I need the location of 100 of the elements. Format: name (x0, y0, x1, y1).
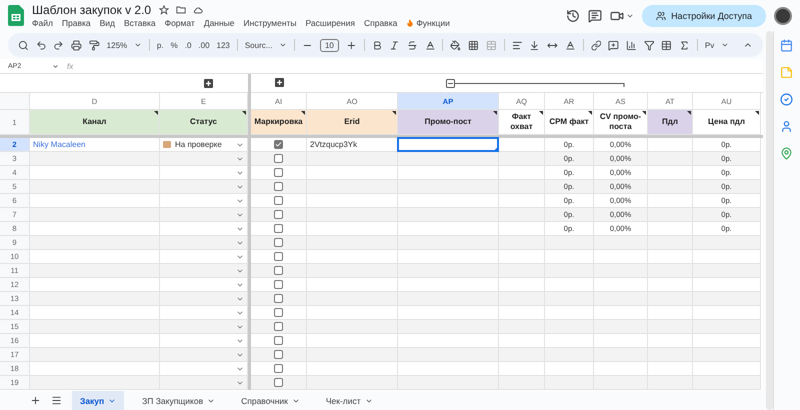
checkbox[interactable] (274, 168, 283, 177)
map-pin-icon[interactable] (780, 147, 794, 160)
checkbox[interactable] (274, 350, 283, 359)
table-cell (499, 334, 545, 348)
expand-group-icon[interactable] (275, 78, 284, 87)
checkbox[interactable] (274, 308, 283, 317)
redo-icon[interactable] (53, 40, 64, 50)
font-select[interactable]: Sourc... (244, 40, 272, 50)
checkbox[interactable] (274, 364, 283, 373)
caret-icon[interactable] (52, 62, 59, 70)
tasks-icon[interactable] (780, 93, 794, 106)
table-cell (545, 320, 594, 334)
sheet-tab[interactable]: Чек-лист (318, 391, 381, 410)
menu-item[interactable]: Файл (32, 18, 53, 28)
vertical-align-icon[interactable] (529, 40, 540, 50)
all-sheets-icon[interactable] (51, 395, 62, 406)
checkbox[interactable] (274, 224, 283, 233)
checkbox[interactable] (274, 336, 283, 345)
sheets-logo-icon[interactable] (8, 5, 24, 26)
text-color-icon[interactable] (424, 40, 436, 50)
history-icon[interactable] (566, 8, 580, 22)
print-icon[interactable] (71, 40, 82, 50)
checkbox[interactable] (274, 154, 283, 163)
contacts-icon[interactable] (780, 120, 794, 133)
checkbox[interactable] (274, 322, 283, 331)
caret-icon[interactable] (279, 41, 288, 49)
fill-color-icon[interactable] (450, 40, 462, 50)
menu-item[interactable]: Вид (100, 18, 116, 28)
menu-item[interactable]: Функции (406, 18, 450, 28)
menu-item[interactable]: Правка (62, 18, 91, 28)
channel-link[interactable]: Niky Macaleen (33, 140, 86, 149)
table-cell (499, 166, 545, 180)
borders-icon[interactable] (468, 40, 479, 50)
functions-icon[interactable] (679, 40, 690, 50)
cloud-icon[interactable] (193, 5, 204, 15)
comment-icon[interactable] (588, 8, 602, 22)
strikethrough-icon[interactable] (407, 40, 418, 50)
currency-format-button[interactable]: р. (156, 40, 164, 50)
folder-icon[interactable] (176, 5, 186, 15)
table-cell (648, 348, 693, 362)
menu-item[interactable]: Данные (204, 18, 235, 28)
sheet-tab[interactable]: ЗП Закупщиков (134, 391, 224, 410)
menu-item[interactable]: Справка (364, 18, 398, 28)
font-size-field[interactable]: 10 (320, 38, 339, 52)
scrollbar[interactable] (766, 31, 773, 410)
paint-format-icon[interactable] (88, 40, 100, 50)
undo-icon[interactable] (36, 40, 46, 50)
table-cell (594, 334, 648, 348)
search-icon[interactable] (18, 40, 29, 50)
menu-item[interactable]: Инструменты (244, 18, 297, 28)
link-icon[interactable] (590, 40, 602, 50)
table-cell (545, 250, 594, 264)
plus-icon[interactable] (346, 40, 357, 50)
menu-item[interactable]: Расширения (306, 18, 355, 28)
number-format-button[interactable]: 123 (216, 40, 230, 50)
checkbox[interactable] (274, 210, 283, 219)
checkbox[interactable] (274, 266, 283, 275)
menu-item[interactable]: Вставка (124, 18, 156, 28)
filter-views-icon[interactable] (661, 40, 672, 50)
percent-format-button[interactable]: % (170, 40, 178, 50)
chart-icon[interactable] (626, 40, 637, 50)
checkbox[interactable] (274, 182, 283, 191)
checkbox[interactable] (274, 252, 283, 261)
comment-add-icon[interactable] (608, 40, 619, 50)
caret-icon[interactable] (721, 41, 730, 49)
document-title[interactable]: Шаблон закупок v 2.0 (32, 3, 152, 17)
sheet-tab[interactable]: Справочник (233, 391, 308, 410)
sheet-tab[interactable]: Закуп (72, 391, 124, 410)
input-tools-button[interactable]: Pv (704, 40, 714, 50)
header-cell: Канал (30, 110, 160, 135)
zoom-select[interactable]: 125% (106, 40, 128, 50)
italic-icon[interactable] (389, 40, 400, 50)
checkbox[interactable] (274, 294, 283, 303)
increase-decimal-button[interactable]: .00 (198, 40, 210, 50)
menu-item[interactable]: Формат (164, 18, 195, 28)
star-icon[interactable] (159, 5, 170, 15)
decrease-decimal-button[interactable]: .0 (184, 40, 192, 50)
checkbox[interactable] (274, 238, 283, 247)
table-cell (499, 250, 545, 264)
table-cell (499, 138, 545, 152)
expand-group-icon[interactable] (204, 78, 213, 88)
merge-cells-icon[interactable] (486, 40, 497, 50)
table-cell (648, 264, 693, 278)
collapse-group-bracket[interactable] (446, 78, 626, 88)
avatar[interactable] (774, 6, 792, 24)
checkbox[interactable] (274, 378, 283, 387)
add-sheet-icon[interactable] (30, 395, 41, 406)
filter-icon[interactable] (644, 40, 654, 50)
table-cell (648, 138, 693, 152)
table-cell (648, 222, 693, 236)
table-cell (648, 208, 693, 222)
checkbox[interactable] (274, 280, 283, 289)
checkbox[interactable] (274, 140, 283, 149)
caret-icon[interactable] (134, 41, 142, 49)
share-button[interactable]: Настройки Доступа (642, 4, 766, 26)
bold-icon[interactable] (372, 40, 382, 50)
checkbox[interactable] (274, 196, 283, 205)
calendar-icon[interactable] (780, 39, 794, 52)
align-icon[interactable] (512, 40, 522, 50)
table-cell (594, 306, 648, 320)
